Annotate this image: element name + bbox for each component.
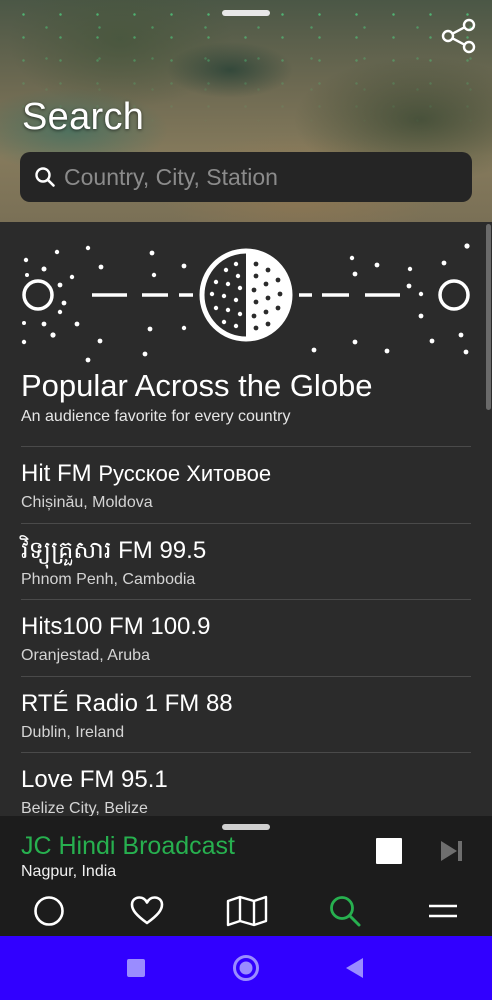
page-title: Search [22, 96, 145, 138]
recents-button[interactable] [122, 954, 150, 982]
station-row[interactable]: Hits100 FM 100.9 Oranjestad, Aruba [21, 599, 471, 676]
nav-search[interactable] [327, 893, 363, 929]
content-panel[interactable]: Popular Across the Globe An audience fav… [0, 222, 492, 816]
station-name: RTÉ Radio 1 FM 88 [21, 689, 233, 717]
bottom-nav [0, 886, 492, 936]
browse-map-icon [226, 895, 268, 927]
back-icon [346, 958, 363, 978]
skip-next-button[interactable] [438, 838, 464, 864]
back-button[interactable] [340, 954, 368, 982]
share-icon [441, 18, 476, 54]
search-input[interactable] [64, 163, 472, 191]
now-playing-bar[interactable]: JC Hindi Broadcast Nagpur, India [0, 816, 492, 886]
favorites-icon [130, 896, 164, 925]
home-button[interactable] [232, 954, 260, 982]
station-location: Dublin, Ireland [21, 723, 125, 741]
nav-menu[interactable] [425, 893, 461, 929]
station-row[interactable]: Love FM 95.1 Belize City, Belize [21, 752, 471, 816]
share-button[interactable] [440, 18, 478, 54]
station-name: វិទ្យុគ្រួសារ FM 99.5 [21, 536, 207, 564]
station-row[interactable]: វិទ្យុគ្រួសារ FM 99.5 Phnom Penh, Cambod… [21, 522, 471, 600]
stop-icon [376, 838, 402, 864]
section-title: Popular Across the Globe [21, 368, 373, 403]
station-location: Oranjestad, Aruba [21, 647, 150, 664]
now-playing-title: JC Hindi Broadcast [21, 832, 235, 860]
station-name: Hit FM Русское Хитовое [21, 460, 272, 487]
nav-browse[interactable] [226, 893, 268, 929]
recents-icon [127, 959, 145, 977]
scrollbar[interactable] [486, 224, 491, 410]
station-location: Phnom Penh, Cambodia [21, 570, 196, 588]
system-nav-bar [0, 936, 492, 1000]
home-icon [233, 955, 259, 981]
search-bar[interactable] [20, 152, 472, 202]
now-playing-location: Nagpur, India [21, 863, 117, 880]
day-night-globe-illustration [21, 243, 470, 363]
station-list: Hit FM Русское Хитовое Chișinău, Moldova… [21, 446, 471, 816]
section-subtitle: An audience favorite for every country [21, 408, 291, 425]
station-name: Love FM 95.1 [21, 766, 168, 793]
search-icon [35, 167, 55, 187]
nav-favorites[interactable] [129, 893, 165, 929]
explore-icon [34, 896, 64, 926]
station-name-alt: Русское Хитовое [98, 461, 272, 486]
skip-next-icon [441, 841, 462, 861]
nav-explore[interactable] [31, 893, 67, 929]
search-icon [330, 896, 361, 927]
player-drag-handle[interactable] [222, 824, 270, 830]
menu-icon [429, 904, 457, 918]
station-location: Chișinău, Moldova [21, 494, 153, 511]
drag-handle[interactable] [222, 10, 270, 16]
stop-button[interactable] [376, 838, 402, 864]
station-row[interactable]: RTÉ Radio 1 FM 88 Dublin, Ireland [21, 675, 471, 753]
station-location: Belize City, Belize [21, 800, 148, 816]
station-row[interactable]: Hit FM Русское Хитовое Chișinău, Moldova [21, 446, 471, 523]
station-name: Hits100 FM 100.9 [21, 613, 211, 640]
